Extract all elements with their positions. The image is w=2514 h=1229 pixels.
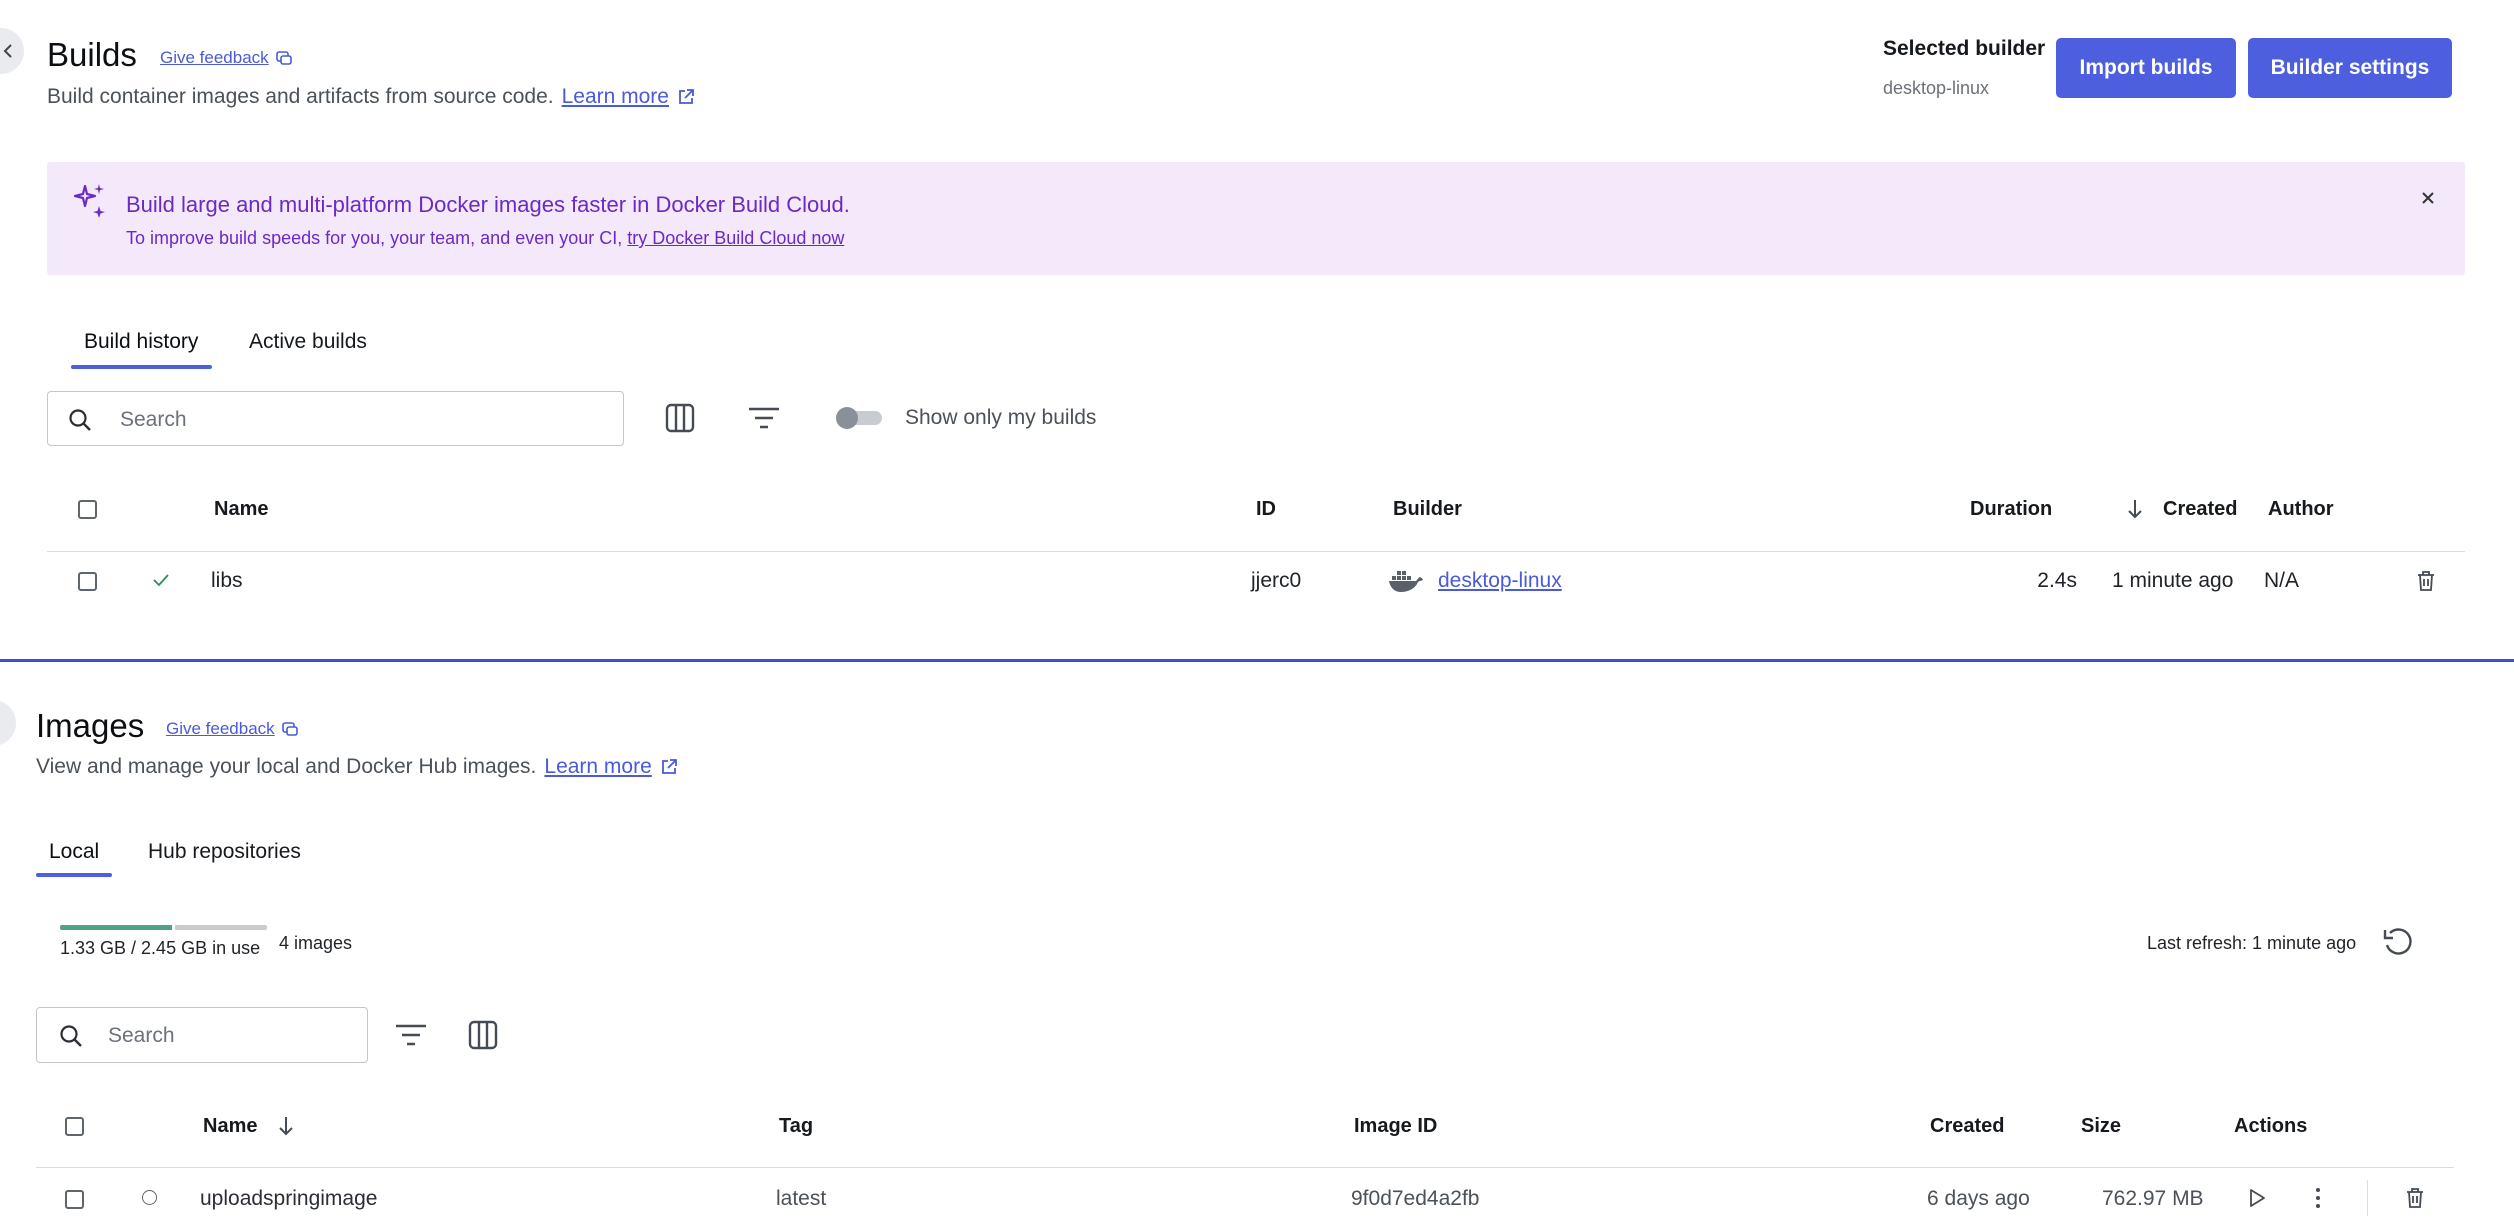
- builds-feedback-link[interactable]: Give feedback: [160, 48, 293, 68]
- close-icon[interactable]: [2420, 190, 2436, 206]
- disk-usage-text: 1.33 GB / 2.45 GB in use: [60, 938, 261, 958]
- images-col-image-id[interactable]: Image ID: [1354, 1115, 1437, 1138]
- columns-icon[interactable]: [468, 1020, 498, 1050]
- banner-link[interactable]: try Docker Build Cloud now: [627, 228, 844, 248]
- sort-down-icon[interactable]: [2126, 498, 2144, 520]
- images-feedback-link[interactable]: Give feedback: [166, 719, 299, 739]
- image-size: 762.97 MB: [2102, 1187, 2204, 1210]
- images-learn-more-link[interactable]: Learn more: [544, 755, 651, 779]
- feedback-icon: [275, 51, 292, 65]
- images-col-actions: Actions: [2234, 1115, 2308, 1137]
- builds-col-name[interactable]: Name: [214, 498, 268, 521]
- build-name[interactable]: libs: [211, 569, 243, 593]
- build-cloud-banner: Build large and multi-platform Docker im…: [47, 162, 2465, 275]
- builds-subtitle: Build container images and artifacts fro…: [47, 85, 695, 109]
- disk-usage-bar: [60, 925, 267, 930]
- filter-icon[interactable]: [395, 1023, 427, 1047]
- row-checkbox[interactable]: [78, 572, 97, 591]
- tab-build-history[interactable]: Build history: [84, 330, 198, 354]
- banner-text: To improve build speeds for you, your te…: [126, 228, 845, 248]
- images-select-all-checkbox[interactable]: [65, 1117, 84, 1136]
- search-icon: [69, 409, 91, 431]
- play-icon[interactable]: [2247, 1187, 2267, 1209]
- disk-usage-gap: [172, 925, 175, 930]
- last-refresh-text: Last refresh: 1 minute ago: [2147, 933, 2357, 953]
- images-search-box[interactable]: [36, 1007, 368, 1064]
- refresh-icon[interactable]: [2381, 926, 2415, 960]
- toggle-knob: [836, 407, 858, 429]
- images-subtitle: View and manage your local and Docker Hu…: [36, 755, 678, 779]
- builds-col-builder[interactable]: Builder: [1393, 498, 1462, 521]
- image-id: 9f0d7ed4a2fb: [1351, 1187, 1480, 1210]
- images-title: Images: [36, 707, 145, 744]
- images-search-input[interactable]: [106, 1008, 341, 1064]
- more-vertical-icon[interactable]: [2314, 1187, 2322, 1209]
- show-my-builds-toggle[interactable]: [836, 407, 882, 429]
- docker-whale-icon: [1389, 571, 1423, 592]
- columns-icon[interactable]: [665, 403, 695, 433]
- images-col-tag[interactable]: Tag: [779, 1115, 813, 1138]
- table-row[interactable]: libs jjerc0 desktop-linux 2.4s 1 minute …: [47, 552, 2465, 612]
- filter-icon[interactable]: [748, 406, 780, 430]
- pane-divider[interactable]: [0, 659, 2514, 662]
- sparkles-icon: [73, 184, 105, 218]
- builder-settings-button[interactable]: Builder settings: [2248, 38, 2452, 98]
- builds-col-id[interactable]: ID: [1256, 498, 1276, 521]
- checkmark-icon: [153, 574, 169, 587]
- tab-build-history-indicator: [71, 365, 212, 369]
- row-checkbox[interactable]: [65, 1190, 84, 1209]
- build-author: N/A: [2264, 569, 2300, 592]
- disk-usage-fill: [60, 925, 172, 930]
- images-back-button[interactable]: [0, 700, 16, 746]
- builds-col-author[interactable]: Author: [2268, 498, 2334, 521]
- tab-local[interactable]: Local: [49, 840, 99, 864]
- images-col-size[interactable]: Size: [2081, 1115, 2121, 1138]
- tab-active-builds[interactable]: Active builds: [249, 330, 367, 354]
- sort-down-icon[interactable]: [277, 1115, 295, 1137]
- selected-builder-value: desktop-linux: [1883, 78, 1990, 98]
- images-col-created[interactable]: Created: [1930, 1115, 2004, 1138]
- builds-search-input[interactable]: [118, 392, 525, 447]
- image-count: 4 images: [279, 933, 353, 953]
- selected-builder-label: Selected builder: [1883, 37, 2046, 60]
- build-id: jjerc0: [1251, 569, 1302, 592]
- build-duration: 2.4s: [2037, 569, 2077, 592]
- import-builds-button[interactable]: Import builds: [2056, 38, 2236, 98]
- tab-hub-repositories[interactable]: Hub repositories: [148, 840, 301, 864]
- image-name[interactable]: uploadspringimage: [200, 1187, 377, 1211]
- action-separator: [2367, 1180, 2368, 1216]
- banner-title: Build large and multi-platform Docker im…: [126, 192, 850, 217]
- show-my-builds-label: Show only my builds: [905, 406, 1097, 429]
- external-link-icon: [661, 759, 677, 774]
- builds-col-duration[interactable]: Duration: [1970, 498, 2052, 521]
- trash-icon[interactable]: [2405, 1187, 2425, 1209]
- tab-local-indicator: [36, 873, 112, 877]
- feedback-icon: [281, 722, 298, 736]
- builds-title: Builds: [47, 36, 137, 73]
- builds-learn-more-link[interactable]: Learn more: [562, 85, 669, 109]
- builds-search-box[interactable]: [47, 391, 624, 447]
- image-tag: latest: [776, 1187, 827, 1210]
- images-col-name[interactable]: Name: [203, 1115, 257, 1138]
- builds-back-button[interactable]: [0, 28, 24, 74]
- external-link-icon: [679, 89, 694, 104]
- unused-status-icon: [142, 1190, 157, 1205]
- build-created: 1 minute ago: [2112, 569, 2234, 592]
- builds-select-all-checkbox[interactable]: [78, 500, 97, 519]
- build-builder-link[interactable]: desktop-linux: [1438, 569, 1562, 593]
- search-icon: [60, 1025, 82, 1047]
- chevron-left-icon: [3, 44, 12, 58]
- image-created: 6 days ago: [1927, 1187, 2030, 1210]
- builds-col-created[interactable]: Created: [2163, 498, 2237, 521]
- trash-icon[interactable]: [2416, 570, 2436, 592]
- table-row[interactable]: uploadspringimage latest 9f0d7ed4a2fb 6 …: [36, 1168, 2454, 1229]
